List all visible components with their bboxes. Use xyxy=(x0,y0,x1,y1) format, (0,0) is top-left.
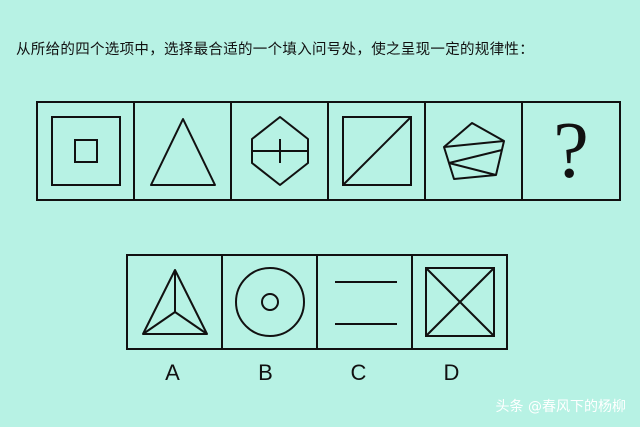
sequence-cell-4 xyxy=(329,103,426,199)
triangle-center-lines-icon xyxy=(141,269,208,335)
square-in-square-icon xyxy=(50,116,121,186)
pentagon-split-icon xyxy=(442,122,505,180)
square-cross-icon xyxy=(424,267,495,337)
option-a[interactable] xyxy=(128,256,223,348)
question-mark: ? xyxy=(553,107,589,195)
option-d[interactable] xyxy=(413,256,506,348)
hexagon-split-icon xyxy=(250,116,309,186)
option-label-c: C xyxy=(350,360,367,385)
sequence-cell-1 xyxy=(38,103,135,199)
sequence-cell-2 xyxy=(135,103,232,199)
question-mark-cell: ? xyxy=(523,103,619,199)
question-text: 从所给的四个选项中，选择最合适的一个填入问号处，使之呈现一定的规律性： xyxy=(16,42,534,58)
two-parallel-lines-icon xyxy=(334,281,397,325)
option-c[interactable] xyxy=(318,256,413,348)
puzzle-sequence-row: ? xyxy=(36,101,621,201)
answer-options-row xyxy=(126,254,508,350)
option-label-b: B xyxy=(258,360,273,385)
square-diagonal-icon xyxy=(341,116,412,186)
option-label-a: A xyxy=(165,360,180,385)
option-b[interactable] xyxy=(223,256,318,348)
triangle-icon xyxy=(149,118,216,186)
watermark: 头条 @春风下的杨柳 xyxy=(495,399,626,415)
sequence-cell-3 xyxy=(232,103,329,199)
sequence-cell-5 xyxy=(426,103,523,199)
option-labels: A B C D xyxy=(126,360,498,386)
option-label-d: D xyxy=(443,360,460,385)
concentric-circles-icon xyxy=(234,267,305,337)
